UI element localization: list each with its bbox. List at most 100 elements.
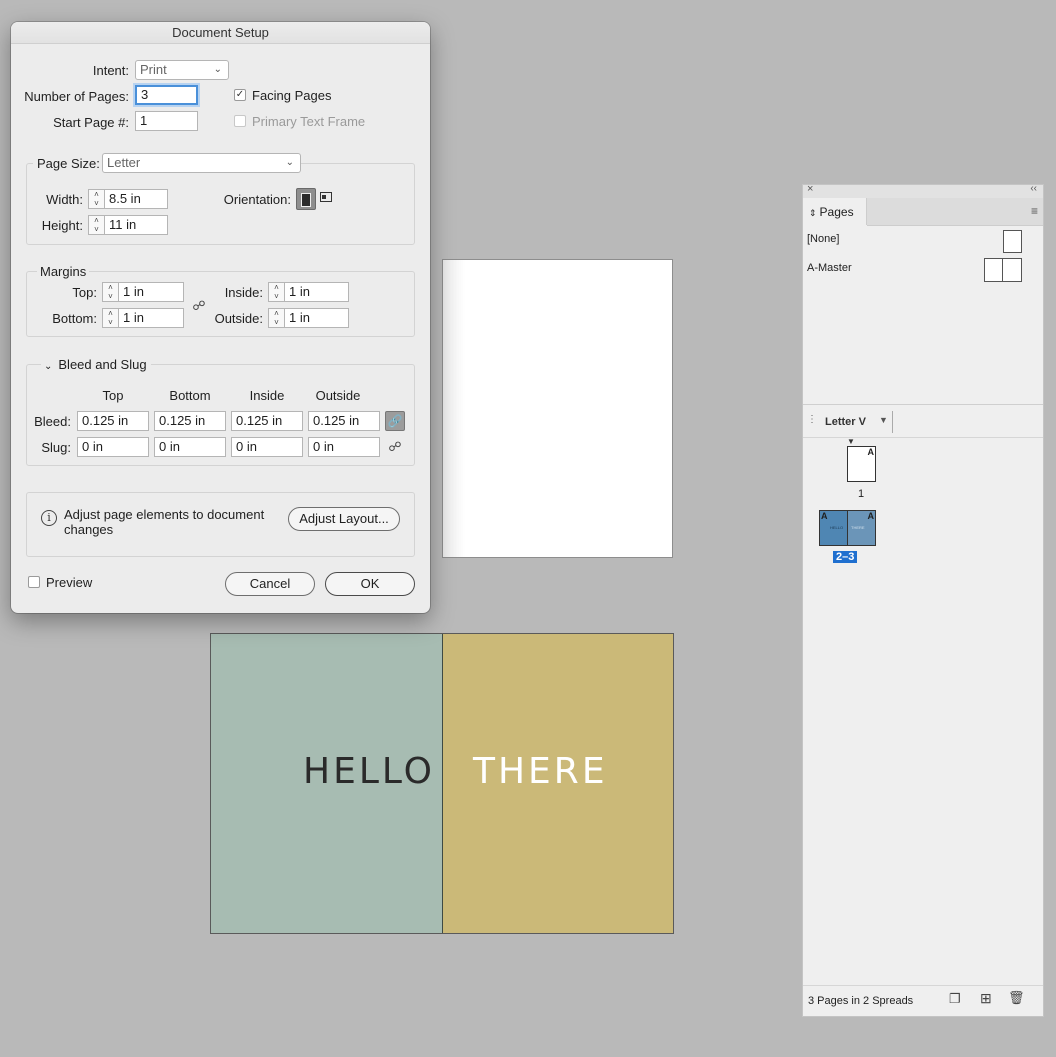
inside-margin-stepper[interactable]: ˄ ˅ bbox=[268, 282, 284, 302]
spread-2-3-number[interactable]: 2–3 bbox=[833, 551, 858, 563]
chevron-down-icon: ⌄ bbox=[44, 361, 53, 372]
column-header-top: Top bbox=[102, 388, 124, 403]
page-size-label: Page Size: bbox=[33, 156, 103, 171]
height-stepper[interactable]: ˄ ˅ bbox=[88, 215, 104, 235]
page-1-thumb[interactable]: A bbox=[847, 446, 876, 482]
width-stepper[interactable]: ˄ ˅ bbox=[88, 189, 104, 209]
panel-divider bbox=[803, 404, 1043, 405]
preview-label: Preview bbox=[46, 575, 93, 590]
margins-title: Margins bbox=[37, 264, 90, 279]
spread-left-page: HELLO bbox=[211, 634, 443, 933]
intent-label: Intent: bbox=[92, 63, 129, 78]
slug-outside-input[interactable]: 0 in bbox=[308, 437, 380, 457]
width-label: Width: bbox=[46, 192, 83, 207]
margins-unlink-icon[interactable]: ☍ bbox=[192, 298, 206, 314]
page-1-master-letter: A bbox=[867, 447, 875, 457]
a-master-right-thumb[interactable] bbox=[1002, 258, 1022, 282]
slug-bottom-input[interactable]: 0 in bbox=[154, 437, 226, 457]
top-margin-stepper[interactable]: ˄ ˅ bbox=[102, 282, 118, 302]
tab-stepper-icon: ⇕ bbox=[809, 208, 817, 218]
chevron-down-icon[interactable]: ▼ bbox=[879, 415, 888, 425]
close-icon[interactable]: × bbox=[807, 183, 813, 195]
preview-checkbox[interactable] bbox=[28, 576, 40, 588]
pages-tab-label: Pages bbox=[819, 205, 854, 219]
portrait-icon bbox=[301, 193, 311, 207]
bleed-slug-title: Bleed and Slug bbox=[58, 357, 147, 372]
page-2-thumb-text: HELLO bbox=[830, 525, 844, 530]
a-master-left-thumb[interactable] bbox=[984, 258, 1004, 282]
bottom-margin-stepper[interactable]: ˄ ˅ bbox=[102, 308, 118, 328]
document-spread-2-3: HELLO THERE bbox=[210, 633, 674, 934]
slug-label: Slug: bbox=[41, 440, 71, 455]
inside-margin-input[interactable]: 1 in bbox=[284, 282, 349, 302]
start-page-input[interactable]: 1 bbox=[135, 111, 198, 131]
none-master-label[interactable]: [None] bbox=[807, 233, 839, 245]
top-margin-label: Top: bbox=[72, 285, 97, 300]
landscape-orientation-button[interactable] bbox=[320, 192, 334, 206]
width-input[interactable]: 8.5 in bbox=[104, 189, 168, 209]
column-header-bottom: Bottom bbox=[169, 388, 211, 403]
bleed-inside-input[interactable]: 0.125 in bbox=[231, 411, 303, 431]
facing-pages-checkbox[interactable]: ✓ bbox=[234, 89, 246, 101]
hello-text: HELLO bbox=[303, 751, 435, 792]
a-master-label[interactable]: A-Master bbox=[807, 262, 852, 274]
info-icon: i bbox=[41, 510, 57, 526]
adjust-layout-button[interactable]: Adjust Layout... bbox=[288, 507, 400, 531]
pages-tab[interactable]: ⇕ Pages bbox=[803, 198, 867, 225]
adjust-description: Adjust page elements to document changes bbox=[64, 507, 265, 537]
page-size-select[interactable]: Letter ⌄ bbox=[102, 153, 301, 173]
bleed-label: Bleed: bbox=[34, 414, 71, 429]
page-1-number: 1 bbox=[858, 488, 865, 500]
document-setup-dialog: Document Setup Intent: Print ⌄ Number of… bbox=[11, 22, 430, 613]
outside-margin-input[interactable]: 1 in bbox=[284, 308, 349, 328]
ok-button[interactable]: OK bbox=[325, 572, 415, 596]
cancel-button[interactable]: Cancel bbox=[225, 572, 315, 596]
bleed-bottom-input[interactable]: 0.125 in bbox=[154, 411, 226, 431]
page-2-thumb[interactable]: A HELLO bbox=[819, 510, 848, 546]
height-label: Height: bbox=[41, 218, 83, 233]
portrait-orientation-button[interactable] bbox=[296, 188, 316, 210]
document-page-1 bbox=[442, 259, 673, 558]
new-page-icon[interactable]: ⊞ bbox=[980, 990, 992, 1007]
drag-handle-icon[interactable]: ⋮ bbox=[807, 414, 817, 425]
inside-margin-label: Inside: bbox=[224, 285, 263, 300]
panel-footer: 3 Pages in 2 Spreads ❐ ⊞ 🗑 bbox=[803, 985, 1043, 1016]
edit-page-size-icon[interactable]: ❐ bbox=[949, 991, 961, 1007]
trash-icon[interactable]: 🗑 bbox=[1008, 990, 1025, 1006]
chevron-down-icon: ⌄ bbox=[213, 64, 222, 75]
current-page-marker-icon: ▼ bbox=[847, 437, 855, 446]
dialog-title: Document Setup bbox=[11, 22, 430, 44]
slug-top-input[interactable]: 0 in bbox=[77, 437, 149, 457]
pages-panel: × ‹‹ ⇕ Pages ≡ [None] A-Master ⋮ Letter V… bbox=[802, 183, 1044, 1017]
slug-unlink-icon[interactable]: ☍ bbox=[387, 438, 403, 456]
chevron-down-icon: ⌄ bbox=[285, 157, 294, 168]
bottom-margin-input[interactable]: 1 in bbox=[118, 308, 184, 328]
bleed-link-icon[interactable]: 🔗 bbox=[385, 411, 405, 431]
intent-value: Print bbox=[140, 62, 167, 77]
view-bar: ⋮ Letter V ▼ bbox=[803, 407, 1043, 438]
number-of-pages-input[interactable]: 3 bbox=[135, 85, 198, 105]
primary-text-frame-checkbox[interactable] bbox=[234, 115, 246, 127]
top-margin-input[interactable]: 1 in bbox=[118, 282, 184, 302]
slug-inside-input[interactable]: 0 in bbox=[231, 437, 303, 457]
primary-text-frame-label: Primary Text Frame bbox=[252, 114, 366, 129]
spread-right-page: THERE bbox=[443, 634, 673, 933]
intent-select[interactable]: Print ⌄ bbox=[135, 60, 229, 80]
height-input[interactable]: 11 in bbox=[104, 215, 168, 235]
column-header-outside: Outside bbox=[315, 388, 361, 403]
margins-group bbox=[26, 271, 415, 337]
outside-margin-stepper[interactable]: ˄ ˅ bbox=[268, 308, 284, 328]
view-select-label[interactable]: Letter V bbox=[825, 416, 866, 428]
view-divider bbox=[892, 411, 893, 433]
start-page-label: Start Page #: bbox=[53, 115, 129, 130]
panel-menu-icon[interactable]: ≡ bbox=[1031, 204, 1038, 218]
bleed-slug-toggle[interactable]: ⌄ Bleed and Slug bbox=[41, 357, 151, 372]
collapse-icon[interactable]: ‹‹ bbox=[1030, 183, 1037, 194]
bleed-outside-input[interactable]: 0.125 in bbox=[308, 411, 380, 431]
panel-tab-bar: ≡ bbox=[867, 198, 1043, 226]
page-3-thumb[interactable]: A THERE bbox=[847, 510, 876, 546]
none-master-thumb[interactable] bbox=[1003, 230, 1022, 253]
outside-margin-label: Outside: bbox=[214, 311, 263, 326]
landscape-icon bbox=[320, 192, 332, 202]
bleed-top-input[interactable]: 0.125 in bbox=[77, 411, 149, 431]
